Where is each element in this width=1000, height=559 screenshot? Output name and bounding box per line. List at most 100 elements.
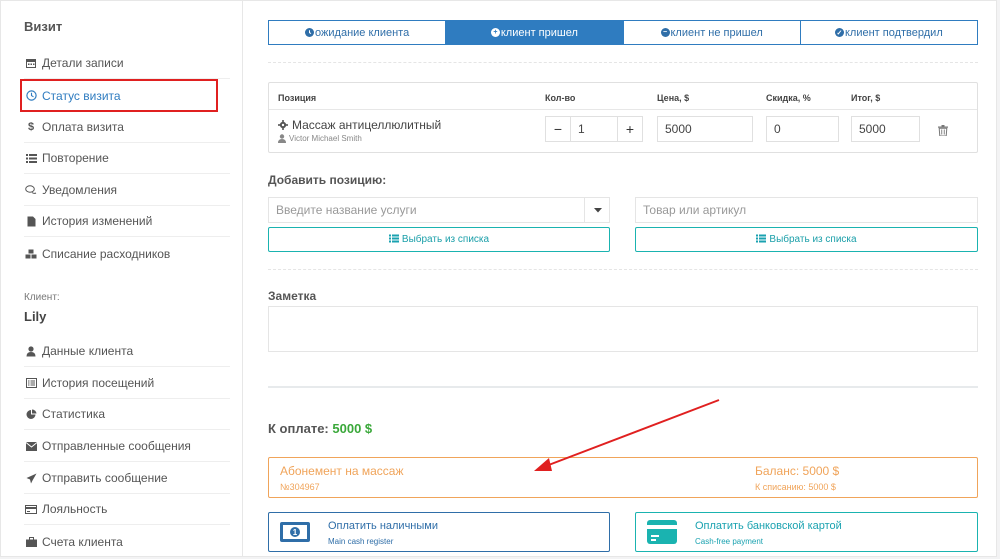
service-name: Массаж антицеллюлитный — [292, 118, 442, 132]
amount-due-value: 5000 $ — [332, 421, 373, 436]
sidebar-item-label: Уведомления — [42, 183, 118, 197]
credit-card-icon — [647, 518, 677, 551]
sidebar-item-client-accounts[interactable]: Счета клиента — [24, 526, 230, 556]
list-icon — [388, 234, 399, 246]
pay-card-button[interactable]: Оплатить банковской картой Cash-free pay… — [635, 512, 978, 552]
sidebar-item-visit-history[interactable]: История посещений — [24, 368, 230, 399]
note-label: Заметка — [268, 289, 317, 303]
discount-input[interactable]: 0 — [766, 116, 839, 142]
sidebar-item-visit-payment[interactable]: $ Оплата визита — [24, 112, 230, 143]
amount-due-label: К оплате: — [268, 421, 329, 436]
tab-client-arrived[interactable]: + клиент пришел — [446, 21, 624, 44]
list-icon — [24, 153, 38, 163]
briefcase-icon — [24, 536, 38, 547]
pay-cash-button[interactable]: 1 Оплатить наличными Main cash register — [268, 512, 610, 552]
qty-decrease-button[interactable]: − — [546, 117, 570, 141]
note-textarea[interactable] — [268, 306, 978, 352]
chevron-down-icon[interactable] — [584, 197, 610, 223]
sidebar-item-label: Данные клиента — [42, 344, 134, 358]
pay-card-title: Оплатить банковской картой — [695, 520, 842, 532]
subscription-number: №304967 — [280, 482, 320, 492]
sidebar-item-notifications[interactable]: Уведомления — [24, 175, 230, 206]
add-position-label: Добавить позицию: — [268, 173, 387, 187]
chat-icon — [24, 185, 38, 195]
divider — [268, 62, 978, 63]
sidebar-item-consumables[interactable]: Списание расходников — [24, 238, 230, 269]
button-label: Выбрать из списка — [769, 234, 857, 245]
file-icon — [24, 216, 38, 227]
sidebar-item-label: Отправленные сообщения — [42, 439, 191, 453]
card-icon — [24, 504, 38, 514]
price-input[interactable]: 5000 — [657, 116, 753, 142]
product-search-input[interactable]: Товар или артикул — [635, 197, 978, 223]
sidebar-item-send-message[interactable]: Отправить сообщение — [24, 463, 230, 494]
clock-icon — [305, 28, 315, 37]
divider — [268, 269, 978, 270]
button-label: Выбрать из списка — [401, 234, 490, 245]
sidebar-item-label: История посещений — [42, 376, 155, 390]
tab-waiting-client[interactable]: ожидание клиента — [269, 21, 447, 44]
sidebar-item-visit-details[interactable]: Детали записи — [24, 48, 230, 79]
choose-product-from-list-button[interactable]: Выбрать из списка — [635, 227, 978, 252]
pay-cash-title: Оплатить наличными — [328, 520, 438, 532]
sidebar-item-client-data[interactable]: Данные клиента — [24, 336, 230, 367]
user-icon — [278, 134, 286, 143]
qty-increase-button[interactable]: + — [618, 117, 642, 141]
qty-input[interactable]: 1 — [570, 117, 618, 141]
column-header-total: Итог, $ — [851, 93, 881, 103]
tab-client-no-show[interactable]: − клиент не пришел — [623, 21, 801, 44]
positions-table: Позиция Кол-во Цена, $ Скидка, % Итог, $… — [268, 82, 978, 153]
sidebar-item-repeat[interactable]: Повторение — [24, 143, 230, 174]
total-input[interactable]: 5000 — [851, 116, 920, 142]
envelope-icon — [24, 441, 38, 451]
sidebar-item-label: Отправить сообщение — [42, 471, 168, 485]
subscription-to-debit: К списанию: 5000 $ — [755, 482, 836, 492]
minus-circle-icon: − — [660, 28, 670, 37]
trash-icon[interactable] — [938, 123, 948, 137]
sidebar: Визит Детали записи Статус визита $ Опла… — [1, 1, 243, 556]
annotation-highlight-box — [20, 79, 218, 112]
subscription-name: Абонемент на массаж — [280, 464, 404, 478]
table-row-service-name: Массаж антицеллюлитный — [278, 118, 441, 132]
quantity-stepper: − 1 + — [545, 116, 643, 142]
sidebar-section-title: Визит — [24, 19, 63, 34]
user-icon — [24, 345, 38, 357]
tab-client-confirmed[interactable]: ✓ клиент подтвердил — [800, 21, 977, 44]
cash-icon: 1 — [280, 519, 310, 550]
choose-service-from-list-button[interactable]: Выбрать из списка — [268, 227, 610, 252]
column-header-discount: Скидка, % — [766, 93, 811, 103]
sidebar-item-label: Оплата визита — [42, 120, 124, 134]
tab-label: клиент подтвердил — [844, 26, 943, 39]
table-row-staff: Victor Michael Smith — [278, 134, 362, 143]
sidebar-item-statistics[interactable]: Статистика — [24, 399, 230, 430]
staff-name: Victor Michael Smith — [289, 134, 362, 143]
calendar-icon — [24, 58, 38, 68]
sidebar-item-label: Статистика — [42, 407, 106, 421]
client-label: Клиент: — [24, 292, 60, 303]
sidebar-item-label: Лояльность — [42, 502, 108, 516]
pie-chart-icon — [24, 408, 38, 420]
sidebar-item-label: История изменений — [42, 214, 153, 228]
svg-text:1: 1 — [293, 528, 298, 537]
subscription-balance: Баланс: 5000 $ — [755, 464, 840, 478]
visit-window: Визит Детали записи Статус визита $ Опла… — [0, 0, 997, 557]
pay-card-subtitle: Cash-free payment — [695, 537, 764, 546]
sidebar-item-label: Списание расходников — [42, 246, 171, 261]
sidebar-item-label: Детали записи — [42, 56, 124, 70]
cubes-icon — [24, 249, 38, 259]
divider — [268, 386, 978, 388]
sidebar-item-label: Счета клиента — [42, 534, 123, 549]
column-header-position: Позиция — [278, 93, 317, 103]
dollar-icon: $ — [27, 121, 35, 133]
paper-plane-icon — [24, 473, 38, 484]
tab-label: клиент пришел — [500, 26, 578, 39]
amount-due: К оплате: 5000 $ — [268, 421, 372, 436]
list-alt-icon — [24, 378, 38, 388]
sidebar-item-label: Повторение — [42, 151, 109, 165]
sidebar-item-sent-messages[interactable]: Отправленные сообщения — [24, 431, 230, 462]
service-search-input[interactable]: Введите название услуги — [268, 197, 610, 223]
subscription-card[interactable]: Абонемент на массаж №304967 Баланс: 5000… — [268, 457, 978, 498]
sidebar-item-loyalty[interactable]: Лояльность — [24, 494, 230, 525]
tab-label: ожидание клиента — [315, 26, 410, 39]
sidebar-item-change-history[interactable]: История изменений — [24, 206, 230, 237]
